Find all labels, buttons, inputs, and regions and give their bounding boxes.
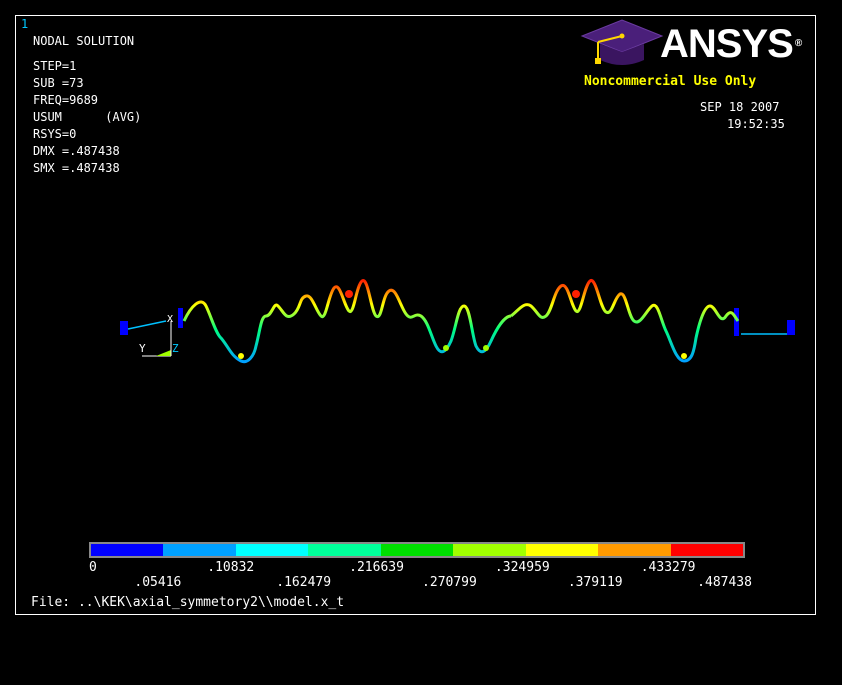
legend-tick-label: .10832 [207, 560, 255, 575]
legend-swatch [670, 544, 743, 556]
legend-tick-label: .05416 [134, 575, 182, 590]
triad-z-label: Z [172, 342, 179, 355]
model-plot: Y Z X [120, 279, 795, 364]
legend-tick-label: .379119 [567, 575, 623, 590]
graphics-window: 1 NODAL SOLUTION STEP=1 SUB =73 FREQ=968… [15, 15, 816, 615]
hotspot-marker [443, 345, 449, 351]
legend-tick-label: 0 [89, 560, 97, 575]
legend-tick-label: .487438 [697, 575, 752, 590]
legend-tick-label: .433279 [640, 560, 696, 575]
legend-tick-label: .216639 [349, 560, 404, 575]
legend-swatch [91, 544, 164, 556]
left-end-post [178, 308, 183, 328]
left-end-flange [120, 321, 128, 335]
left-end-link [127, 320, 167, 330]
legend-swatch [598, 544, 671, 556]
legend-tick-label: .324959 [494, 560, 550, 575]
bellows-right [510, 279, 740, 363]
right-end-post [734, 308, 739, 336]
contour-legend-bar [89, 542, 745, 558]
legend-swatch [380, 544, 454, 556]
legend-swatch [308, 544, 381, 556]
hotspot-marker [238, 353, 244, 359]
coordinate-triad: Y Z X [139, 314, 179, 357]
file-path: File: ..\KEK\axial_symmetory2\\model.x_t [31, 595, 345, 610]
legend-tick-label: .270799 [422, 575, 477, 590]
legend-swatch [163, 544, 236, 556]
legend-swatch [235, 544, 309, 556]
hotspot-marker [681, 353, 687, 359]
legend-swatch [525, 544, 599, 556]
hotspot-marker [345, 290, 353, 298]
triad-y-label: Y [139, 342, 146, 355]
triad-x-label: X [167, 314, 173, 325]
legend-tick-label: .162479 [276, 575, 332, 590]
hotspot-marker [483, 345, 489, 351]
right-end-flange [787, 320, 795, 335]
legend-swatch [453, 544, 526, 556]
hotspot-marker [572, 290, 580, 298]
